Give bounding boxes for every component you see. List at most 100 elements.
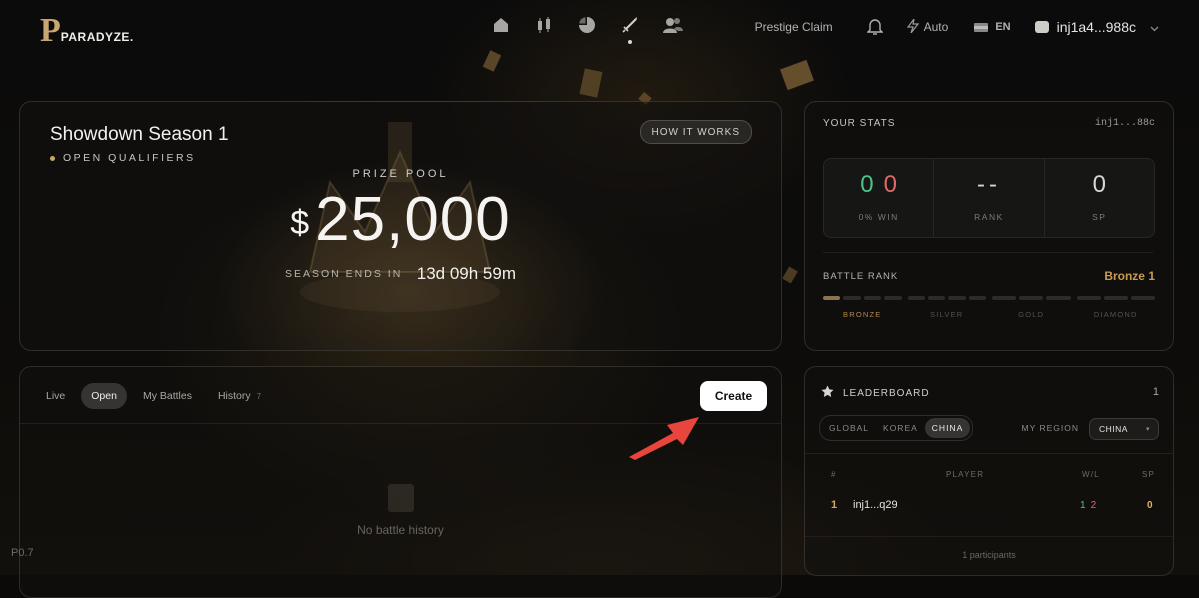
my-region-select[interactable]: CHINA ▾ bbox=[1089, 418, 1159, 440]
row-sp: 0 bbox=[1147, 500, 1153, 511]
region-china[interactable]: CHINA bbox=[924, 418, 971, 438]
top-right-controls: Prestige Claim Auto EN inj1a4...988c bbox=[755, 18, 1159, 36]
divider bbox=[805, 453, 1173, 454]
rank-progress: BRONZE SILVER GOLD DIAMOND bbox=[823, 296, 1156, 319]
divider bbox=[823, 252, 1153, 253]
tier-label: BRONZE bbox=[843, 310, 882, 319]
season-status-label: OPEN QUALIFIERS bbox=[63, 152, 196, 164]
sp-stat: 0 SP bbox=[1045, 159, 1154, 237]
season-title: Showdown Season 1 bbox=[50, 124, 229, 145]
pie-chart-icon[interactable] bbox=[576, 14, 598, 36]
wallet-button[interactable]: inj1a4...988c bbox=[1034, 19, 1159, 35]
divider bbox=[805, 536, 1173, 537]
participants-count: 1 participants bbox=[962, 550, 1016, 560]
chevron-down-icon bbox=[1150, 19, 1159, 35]
prize-currency: $ bbox=[290, 204, 310, 242]
wallet-icon bbox=[1034, 21, 1049, 33]
lightning-icon bbox=[906, 18, 919, 36]
losses-value: 0 bbox=[883, 171, 898, 198]
status-dot bbox=[50, 155, 55, 161]
tier-label: DIAMOND bbox=[1093, 310, 1138, 319]
empty-state-icon bbox=[388, 484, 414, 512]
battle-tabs: Live Open My Battles History 7 bbox=[36, 383, 271, 409]
row-losses: 2 bbox=[1090, 500, 1097, 511]
prize-amount: 25,000 bbox=[315, 185, 511, 254]
battle-rank-value: Bronze 1 bbox=[1104, 269, 1155, 283]
season-ends-label: SEASON ENDS IN bbox=[285, 268, 403, 280]
main-nav bbox=[490, 14, 684, 44]
flag-icon bbox=[974, 22, 989, 32]
chart-candles-icon[interactable] bbox=[533, 14, 555, 36]
leaderboard-title: LEADERBOARD bbox=[843, 387, 930, 399]
sword-icon[interactable] bbox=[619, 14, 641, 44]
auto-label: Auto bbox=[923, 20, 949, 34]
season-countdown: SEASON ENDS IN 13d 09h 59m bbox=[20, 264, 781, 284]
top-navigation: P PARADYZE. Prestige Claim Auto EN inj1a… bbox=[0, 0, 1199, 58]
users-icon[interactable] bbox=[662, 14, 684, 36]
stats-address: inj1...88c bbox=[1094, 118, 1155, 129]
empty-state-text: No battle history bbox=[357, 523, 444, 537]
stats-summary: 00 0% WIN -- RANK 0 SP bbox=[823, 158, 1155, 238]
tab-label: History bbox=[217, 390, 251, 402]
language-selector[interactable]: EN bbox=[974, 21, 1011, 33]
wallet-address: inj1a4...988c bbox=[1056, 19, 1136, 35]
logo-text: PARADYZE. bbox=[60, 30, 134, 44]
rank-value: -- bbox=[977, 171, 1001, 198]
win-loss-stat: 00 0% WIN bbox=[824, 159, 935, 237]
leaderboard-count: 1 bbox=[1152, 386, 1159, 398]
tier-label: GOLD bbox=[1018, 310, 1045, 319]
history-count: 7 bbox=[256, 391, 262, 401]
rank-label: RANK bbox=[974, 212, 1004, 222]
auto-toggle[interactable]: Auto bbox=[906, 18, 949, 36]
region-global[interactable]: GLOBAL bbox=[822, 418, 876, 438]
leaderboard-panel: LEADERBOARD 1 GLOBAL KOREA CHINA MY REGI… bbox=[804, 366, 1174, 576]
win-loss-values: 00 bbox=[824, 171, 933, 199]
column-rank: # bbox=[831, 470, 837, 479]
tab-live[interactable]: Live bbox=[36, 383, 75, 409]
column-sp: SP bbox=[1142, 470, 1156, 479]
tier-gold: GOLD bbox=[992, 296, 1071, 319]
create-button[interactable]: Create bbox=[700, 381, 767, 411]
tab-history[interactable]: History 7 bbox=[208, 383, 271, 409]
prize-pool-amount: $25,000 bbox=[20, 184, 781, 255]
season-hero-panel: Showdown Season 1 OPEN QUALIFIERS HOW IT… bbox=[19, 101, 782, 351]
red-arrow-annotation bbox=[629, 417, 699, 460]
win-rate-label: 0% WIN bbox=[858, 212, 899, 222]
prize-pool-label: PRIZE POOL bbox=[352, 168, 449, 180]
sp-label: SP bbox=[1092, 212, 1107, 222]
column-wl: W/L bbox=[1082, 470, 1100, 479]
tier-label: SILVER bbox=[930, 310, 964, 319]
chevron-down-icon: ▾ bbox=[1145, 426, 1150, 433]
tab-label: Live bbox=[46, 390, 66, 402]
tier-silver: SILVER bbox=[907, 296, 986, 319]
leaderboard-header: LEADERBOARD bbox=[821, 385, 930, 401]
tab-my-battles[interactable]: My Battles bbox=[133, 383, 202, 409]
stats-title: YOUR STATS bbox=[823, 118, 896, 129]
language-label: EN bbox=[995, 21, 1011, 33]
my-region-value: CHINA bbox=[1099, 424, 1128, 434]
sp-value: 0 bbox=[1092, 171, 1106, 198]
row-player[interactable]: inj1...q29 bbox=[853, 499, 898, 511]
tab-label: My Battles bbox=[142, 390, 192, 402]
row-wins: 1 bbox=[1080, 500, 1086, 511]
season-status: OPEN QUALIFIERS bbox=[50, 152, 196, 164]
region-filter: GLOBAL KOREA CHINA bbox=[819, 415, 974, 441]
bell-icon[interactable] bbox=[866, 18, 883, 36]
battles-panel: Live Open My Battles History 7 Create No … bbox=[19, 366, 782, 598]
my-region-label: MY REGION bbox=[1021, 423, 1079, 433]
tab-open[interactable]: Open bbox=[81, 383, 127, 409]
home-icon[interactable] bbox=[490, 14, 512, 36]
tab-label: Open bbox=[91, 390, 117, 402]
brand-logo[interactable]: P PARADYZE. bbox=[40, 14, 134, 48]
region-korea[interactable]: KOREA bbox=[876, 418, 925, 438]
wins-value: 0 bbox=[860, 171, 874, 198]
rank-stat: -- RANK bbox=[934, 159, 1045, 237]
season-ends-value: 13d 09h 59m bbox=[416, 264, 516, 283]
logo-mark: P bbox=[40, 12, 61, 49]
prestige-claim-link[interactable]: Prestige Claim bbox=[755, 20, 833, 34]
row-rank: 1 bbox=[831, 499, 838, 511]
row-wl: 12 bbox=[1080, 500, 1096, 511]
how-it-works-button[interactable]: HOW IT WORKS bbox=[639, 120, 752, 144]
column-player: PLAYER bbox=[946, 470, 985, 479]
tier-bronze: BRONZE bbox=[823, 296, 902, 319]
